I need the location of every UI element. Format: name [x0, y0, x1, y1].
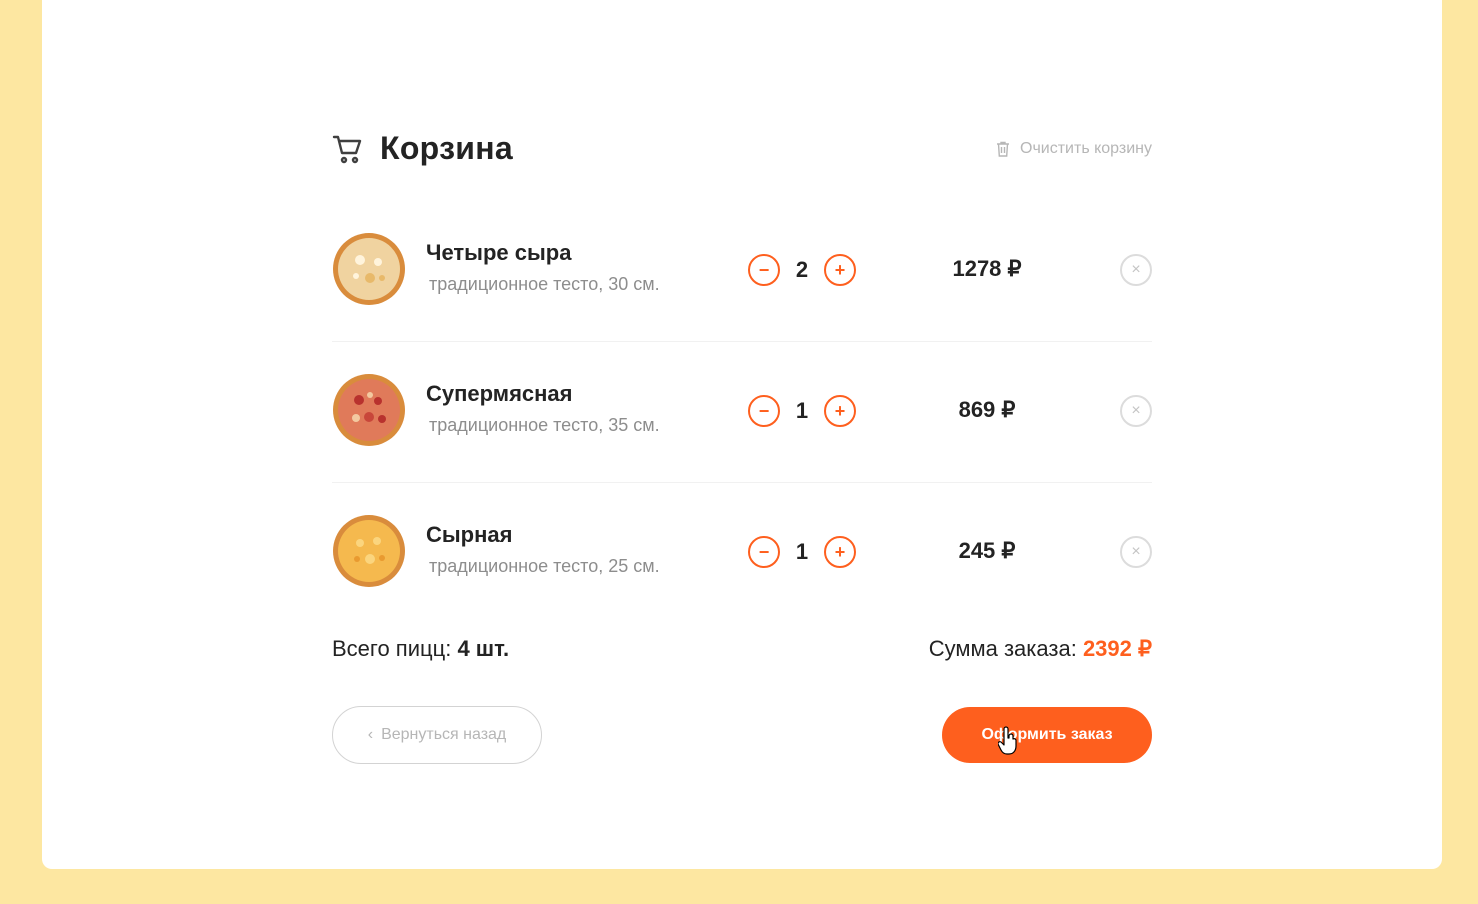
divider: [332, 341, 1152, 342]
total-count-value: 4 шт.: [457, 636, 510, 661]
page-panel: Корзина Очистить корзину Четыре сыра тра…: [42, 0, 1442, 869]
minus-button[interactable]: −: [748, 395, 780, 427]
minus-icon: −: [758, 400, 770, 421]
close-icon: ×: [1131, 261, 1141, 278]
minus-button[interactable]: −: [748, 536, 780, 568]
item-price: 1278 ₽: [952, 256, 1022, 281]
item-quantity: 1: [795, 398, 809, 423]
close-icon: ×: [1131, 402, 1141, 419]
item-quantity: 1: [795, 539, 809, 564]
divider: [332, 482, 1152, 483]
remove-item-button[interactable]: ×: [1120, 254, 1152, 286]
chevron-left-icon: ‹: [367, 726, 374, 743]
item-name: Четыре сыра: [426, 240, 572, 265]
pizza-image-cheese: [333, 515, 405, 587]
item-info: Супермясная традиционное тесто, 35 см.: [426, 381, 660, 436]
plus-button[interactable]: +: [824, 536, 856, 568]
pizza-image-four-cheese: [333, 233, 405, 305]
item-count: − 1 +: [748, 536, 856, 568]
back-button[interactable]: ‹ Вернуться назад: [332, 706, 542, 764]
item-price: 869 ₽: [958, 397, 1016, 422]
cart-item: Сырная традиционное тесто, 25 см. − 1 + …: [332, 514, 1152, 594]
minus-button[interactable]: −: [748, 254, 780, 286]
cart-item: Супермясная традиционное тесто, 35 см. −…: [332, 373, 1152, 453]
item-name: Супермясная: [426, 381, 573, 406]
plus-icon: +: [834, 400, 846, 421]
total-sum: Сумма заказа: 2392 ₽: [929, 636, 1152, 662]
item-info: Четыре сыра традиционное тесто, 30 см.: [426, 240, 660, 295]
cart-title-group: Корзина: [332, 130, 513, 167]
remove-item-button[interactable]: ×: [1120, 536, 1152, 568]
total-sum-value: 2392 ₽: [1082, 636, 1152, 661]
clear-cart-button[interactable]: Очистить корзину: [994, 140, 1152, 158]
total-count: Всего пицц: 4 шт.: [332, 636, 509, 662]
minus-icon: −: [758, 259, 770, 280]
plus-button[interactable]: +: [824, 254, 856, 286]
item-description: традиционное тесто, 25 см.: [429, 556, 660, 576]
remove-item-button[interactable]: ×: [1120, 395, 1152, 427]
item-price: 245 ₽: [958, 538, 1016, 563]
item-info: Сырная традиционное тесто, 25 см.: [426, 522, 660, 577]
page-title: Корзина: [380, 130, 514, 166]
item-quantity: 2: [795, 257, 809, 282]
back-button-label: Вернуться назад: [381, 726, 507, 743]
checkout-button[interactable]: Оформить заказ: [942, 707, 1152, 763]
cart-item: Четыре сыра традиционное тесто, 30 см. −…: [332, 232, 1152, 312]
item-description: традиционное тесто, 35 см.: [429, 415, 660, 435]
trash-icon: [997, 141, 1009, 157]
total-count-label: Всего пицц:: [332, 636, 452, 661]
clear-cart-label: Очистить корзину: [1020, 140, 1152, 157]
close-icon: ×: [1131, 543, 1141, 560]
plus-button[interactable]: +: [824, 395, 856, 427]
item-description: традиционное тесто, 30 см.: [429, 274, 660, 294]
total-sum-label: Сумма заказа:: [928, 636, 1077, 661]
item-name: Сырная: [426, 522, 513, 547]
item-count: − 2 +: [748, 254, 856, 286]
minus-icon: −: [758, 541, 770, 562]
cart-header: Корзина Очистить корзину: [332, 130, 1152, 174]
hand-cursor-icon: [998, 726, 1017, 755]
item-count: − 1 +: [748, 395, 856, 427]
plus-icon: +: [834, 541, 846, 562]
pizza-image-super-meat: [333, 374, 405, 446]
cart-icon: [332, 135, 362, 163]
plus-icon: +: [834, 259, 846, 280]
